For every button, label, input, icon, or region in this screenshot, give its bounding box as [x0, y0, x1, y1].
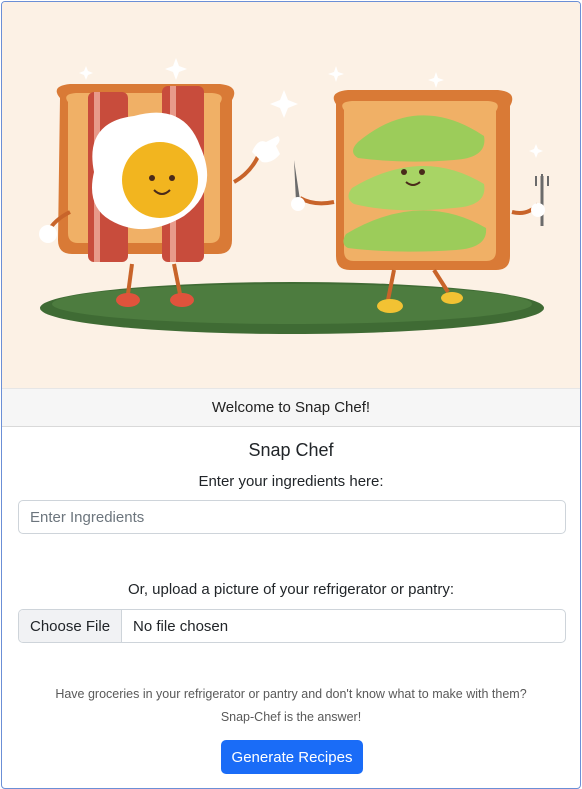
description-line-1: Have groceries in your refrigerator or p…: [55, 687, 527, 701]
file-status-text: No file chosen: [133, 617, 229, 635]
generate-recipes-button[interactable]: Generate Recipes: [221, 740, 363, 774]
file-upload-input[interactable]: Choose File No file chosen: [18, 609, 566, 643]
ingredients-input[interactable]: [18, 500, 566, 534]
egg-toast-character: [39, 84, 280, 307]
page-title: Snap Chef: [248, 440, 334, 460]
welcome-text: Welcome to Snap Chef!: [211, 399, 371, 416]
upload-label: Or, upload a picture of your refrigerato…: [128, 581, 454, 598]
description-line-2: Snap-Chef is the answer!: [220, 710, 362, 724]
toast-characters-illustration: [39, 58, 549, 334]
hero-illustration: [2, 2, 580, 388]
welcome-header: Welcome to Snap Chef!: [2, 388, 580, 427]
main-card: Welcome to Snap Chef! Snap Chef Enter yo…: [1, 1, 581, 789]
avocado-toast-character: [291, 90, 549, 313]
ingredients-label: Enter your ingredients here:: [198, 473, 384, 490]
choose-file-button[interactable]: Choose File: [19, 610, 123, 642]
description-text: Have groceries in your refrigerator or p…: [2, 683, 580, 729]
